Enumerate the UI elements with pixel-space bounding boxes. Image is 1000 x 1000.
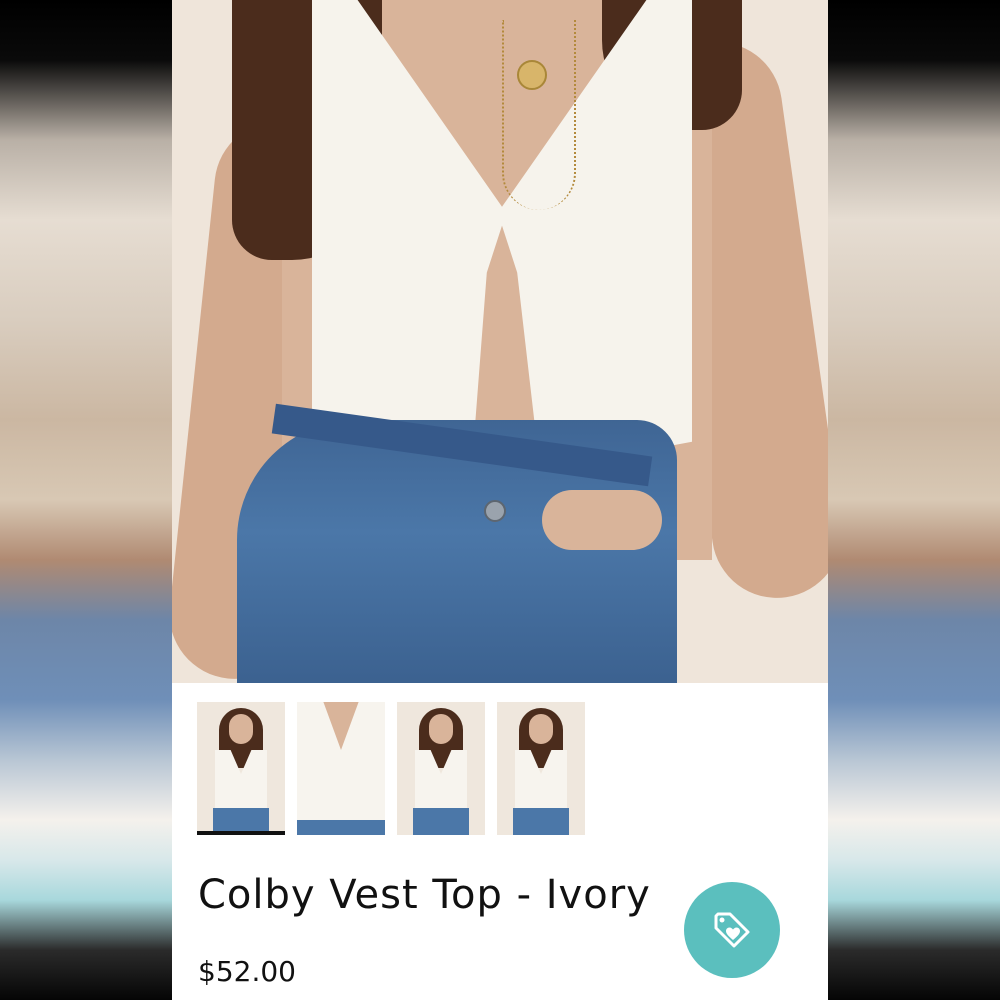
thumb-face [529, 714, 553, 744]
offer-button[interactable] [684, 882, 780, 978]
main-product-image[interactable] [172, 0, 828, 683]
thumb-face [229, 714, 253, 744]
product-title: Colby Vest Top - Ivory [198, 872, 651, 918]
thumb-face [429, 714, 453, 744]
thumbnail-strip [197, 702, 585, 835]
selected-thumbnail-indicator [197, 831, 285, 835]
thumb-jeans [297, 820, 385, 835]
thumbnail-1[interactable] [197, 702, 285, 835]
thumb-jeans [413, 808, 469, 835]
photo-hand [542, 490, 662, 550]
photo-jeans-button [484, 500, 506, 522]
product-price: $52.00 [198, 955, 296, 988]
product-page: Colby Vest Top - Ivory $52.00 [172, 0, 828, 1000]
thumbnail-4[interactable] [497, 702, 585, 835]
thumbnail-2[interactable] [297, 702, 385, 835]
blurred-backdrop-left [0, 0, 172, 1000]
blurred-backdrop-right [828, 0, 1000, 1000]
thumbnail-3[interactable] [397, 702, 485, 835]
photo-necklace [502, 20, 576, 210]
photo-pendant [517, 60, 547, 90]
thumb-jeans [513, 808, 569, 835]
tag-heart-icon [714, 912, 750, 948]
